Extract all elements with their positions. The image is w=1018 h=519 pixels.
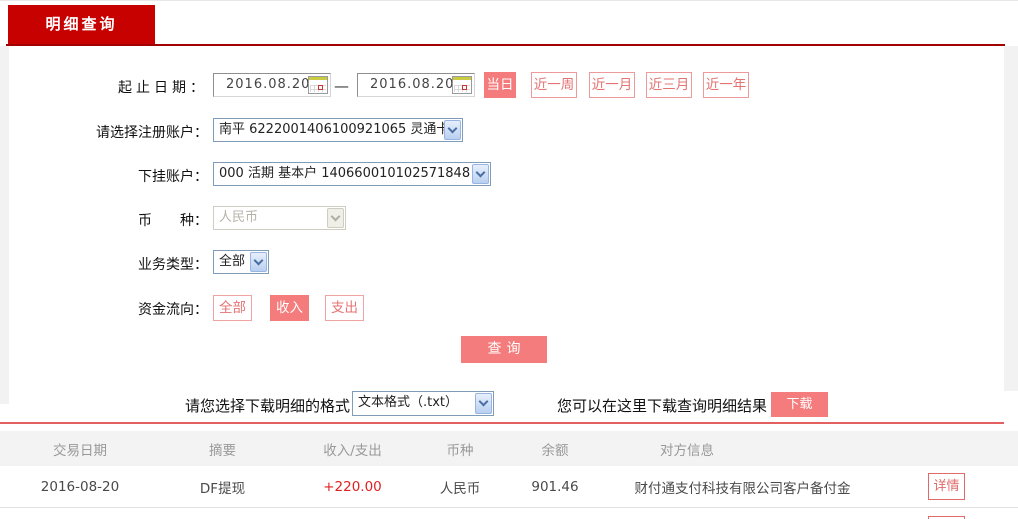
quick-range-month-button[interactable]: 近一月 [589,72,635,98]
fund-flow-expense-button[interactable]: 支出 [325,295,364,321]
table-header-row: 交易日期 摘要 收入/支出 币种 余额 对方信息 [0,431,1018,466]
register-account-label: 请选择注册账户： [96,125,208,141]
fund-flow-label: 资金流向： [138,302,208,318]
cell-transaction-date: 2016-08-20 [40,478,120,495]
detail-query-page: 明细查询 起止日期： 2016.08.20 — 2016.08.20 当日 近一… [0,0,1018,519]
fund-flow-income-button[interactable]: 收入 [270,295,309,321]
chevron-down-icon [327,208,344,228]
page-edge-right [1004,46,1018,391]
sub-account-value: 000 活期 基本户 140660010102571848 [219,166,471,181]
currency-select: 人民币 [213,206,346,230]
table-row: 2016-08-20 DF提现 +220.00 人民币 901.46 财付通支付… [0,466,1018,508]
business-type-label: 业务类型： [138,257,208,273]
cell-counterparty: 财付通支付科技有限公司客户备付金 [634,480,851,497]
header-currency: 币种 [446,442,474,459]
table-row-partial: 详情 [0,508,1018,519]
end-date-value: 2016.08.20 [370,77,455,92]
header-transaction-date: 交易日期 [53,442,107,459]
download-format-select[interactable]: 文本格式（.txt） [352,391,494,416]
tab-underline [6,44,1005,46]
cell-currency: 人民币 [439,480,481,497]
detail-button[interactable]: 详情 [928,473,965,500]
end-date-input[interactable]: 2016.08.20 [357,73,475,97]
cell-balance: 901.46 [531,478,579,495]
quick-range-quarter-button[interactable]: 近三月 [646,72,692,98]
quick-range-year-button[interactable]: 近一年 [703,72,749,98]
results-table: 交易日期 摘要 收入/支出 币种 余额 对方信息 2016-08-20 DF提现… [0,431,1018,519]
currency-label: 币 种： [138,213,208,229]
fund-flow-all-button[interactable]: 全部 [213,295,252,321]
quick-range-today-button[interactable]: 当日 [484,72,516,98]
download-format-label: 请您选择下载明细的格式 [185,397,351,415]
quick-range-week-button[interactable]: 近一周 [531,72,577,98]
business-type-select[interactable]: 全部 [213,250,269,274]
query-button[interactable]: 查询 [461,336,547,363]
date-range-separator: — [334,77,349,95]
business-type-value: 全部 [219,254,246,269]
calendar-icon[interactable] [308,76,328,94]
register-account-select[interactable]: 南平 6222001406100921065 灵通卡 [213,118,463,142]
date-range-label: 起止日期： [118,80,208,96]
sub-account-select[interactable]: 000 活期 基本户 140660010102571848 [213,162,491,186]
calendar-icon[interactable] [452,76,472,94]
download-hint: 您可以在这里下载查询明细结果 [557,397,768,415]
sub-account-label: 下挂账户： [138,169,208,185]
header-summary: 摘要 [209,442,236,459]
header-income-expense: 收入/支出 [323,442,382,459]
register-account-value: 南平 6222001406100921065 灵通卡 [219,122,450,137]
chevron-down-icon [472,164,489,184]
start-date-input[interactable]: 2016.08.20 [213,73,331,97]
chevron-down-icon [444,120,461,140]
currency-value: 人民币 [219,210,259,225]
cell-summary: DF提现 [199,480,246,497]
chevron-down-icon [475,393,492,414]
cell-amount: +220.00 [323,478,382,495]
download-button[interactable]: 下载 [771,392,828,417]
download-format-value: 文本格式（.txt） [358,395,459,410]
table-section-divider [0,422,1004,424]
chevron-down-icon [250,252,267,272]
header-counterparty: 对方信息 [660,442,714,459]
header-balance: 余额 [541,442,569,459]
tab-detail-query[interactable]: 明细查询 [8,5,155,44]
start-date-value: 2016.08.20 [226,77,311,92]
